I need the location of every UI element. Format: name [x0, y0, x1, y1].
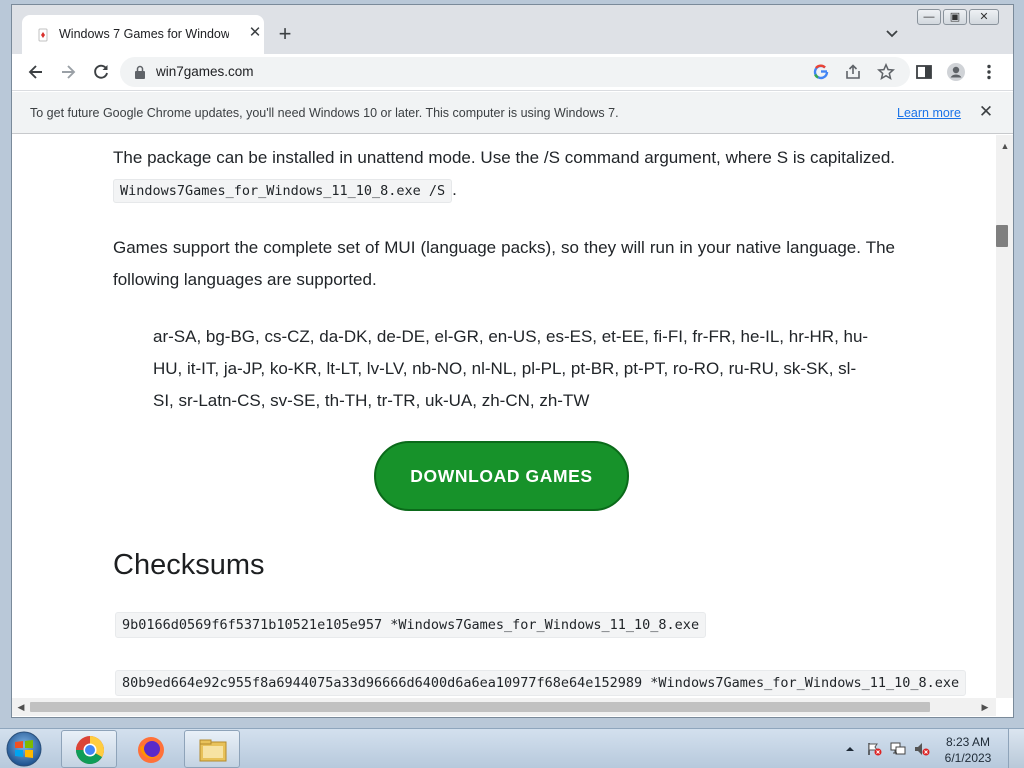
site-favicon-icon	[38, 28, 48, 42]
system-clock[interactable]: 8:23 AM 6/1/2023	[938, 734, 998, 766]
scroll-right-arrow-icon[interactable]: ▶	[978, 700, 992, 714]
share-icon[interactable]	[844, 63, 862, 81]
maximize-button[interactable]: ▣	[943, 9, 967, 25]
new-tab-button[interactable]: +	[274, 23, 296, 46]
update-infobar: To get future Google Chrome updates, you…	[12, 92, 1013, 134]
unattend-command-code: Windows7Games_for_Windows_11_10_8.exe /S	[113, 179, 453, 203]
close-icon: ✕	[979, 11, 989, 23]
minimize-icon: —	[923, 11, 935, 23]
clock-date: 6/1/2023	[944, 751, 992, 765]
address-bar[interactable]: win7games.com	[120, 57, 910, 87]
learn-more-link[interactable]: Learn more	[897, 106, 961, 120]
unattend-period: .	[452, 180, 457, 199]
download-games-button[interactable]: DOWNLOAD GAMES	[374, 441, 629, 511]
taskbar-file-explorer[interactable]	[184, 730, 240, 768]
scroll-left-arrow-icon[interactable]: ◀	[14, 700, 28, 714]
vertical-scrollbar[interactable]	[996, 135, 1013, 698]
show-desktop-button[interactable]	[1008, 729, 1024, 768]
google-translate-icon[interactable]	[812, 63, 830, 81]
bookmark-star-icon[interactable]	[877, 63, 895, 81]
tab-close-icon[interactable]: ✕	[247, 25, 263, 41]
infobar-close-icon[interactable]: ✕	[978, 102, 994, 122]
tray-overflow-chevron-icon[interactable]	[845, 742, 855, 756]
scroll-up-arrow-icon[interactable]: ▲	[998, 139, 1012, 153]
infobar-message: To get future Google Chrome updates, you…	[30, 106, 619, 120]
volume-muted-icon[interactable]	[914, 742, 930, 756]
start-button-windows-icon[interactable]	[4, 730, 44, 768]
windows-taskbar: 8:23 AM 6/1/2023	[0, 728, 1024, 768]
window-controls: — ▣ ✕	[917, 9, 999, 27]
lock-icon[interactable]	[134, 65, 146, 79]
checksums-heading: Checksums	[113, 549, 265, 581]
url-text: win7games.com	[156, 64, 254, 79]
side-panel-icon[interactable]	[914, 62, 934, 82]
checksum-sha256: 80b9ed664e92c955f8a6944075a33d96666d6400…	[115, 670, 967, 696]
minimize-button[interactable]: —	[917, 9, 941, 25]
tab-strip: Windows 7 Games for Windows ✕ + — ▣ ✕	[12, 5, 1013, 54]
tab-active[interactable]: Windows 7 Games for Windows ✕	[22, 15, 264, 54]
checksum-md5: 9b0166d0569f6f5371b10521e105e957 *Window…	[115, 612, 707, 638]
clock-time: 8:23 AM	[945, 735, 991, 749]
chrome-icon	[76, 736, 104, 764]
languages-list: ar-SA, bg-BG, cs-CZ, da-DK, de-DE, el-GR…	[153, 327, 869, 410]
restore-icon: ▣	[949, 11, 961, 23]
file-explorer-icon	[199, 739, 227, 762]
tab-search-chevron-icon[interactable]	[884, 27, 900, 41]
mui-paragraph: Games support the complete set of MUI (l…	[113, 238, 895, 289]
chrome-window: Windows 7 Games for Windows ✕ + — ▣ ✕ wi…	[11, 4, 1014, 718]
page-viewport: The package can be installed in unattend…	[12, 135, 996, 698]
horizontal-scroll-thumb[interactable]	[30, 702, 930, 712]
browser-toolbar: win7games.com	[12, 54, 1013, 91]
menu-kebab-icon[interactable]	[979, 62, 999, 82]
tab-title: Windows 7 Games for Windows	[59, 27, 229, 41]
forward-arrow-icon[interactable]	[58, 62, 78, 82]
firefox-icon	[138, 737, 164, 763]
reload-icon[interactable]	[91, 62, 111, 82]
vertical-scroll-thumb[interactable]	[996, 225, 1008, 247]
close-window-button[interactable]: ✕	[969, 9, 999, 25]
back-arrow-icon[interactable]	[26, 62, 46, 82]
unattend-paragraph: The package can be installed in unattend…	[113, 142, 895, 207]
action-center-flag-icon[interactable]	[866, 742, 882, 756]
taskbar-firefox[interactable]	[122, 730, 178, 768]
profile-avatar-icon[interactable]	[946, 62, 966, 82]
taskbar-chrome[interactable]	[61, 730, 117, 768]
network-icon[interactable]	[890, 742, 906, 756]
unattend-text: The package can be installed in unattend…	[113, 148, 895, 167]
